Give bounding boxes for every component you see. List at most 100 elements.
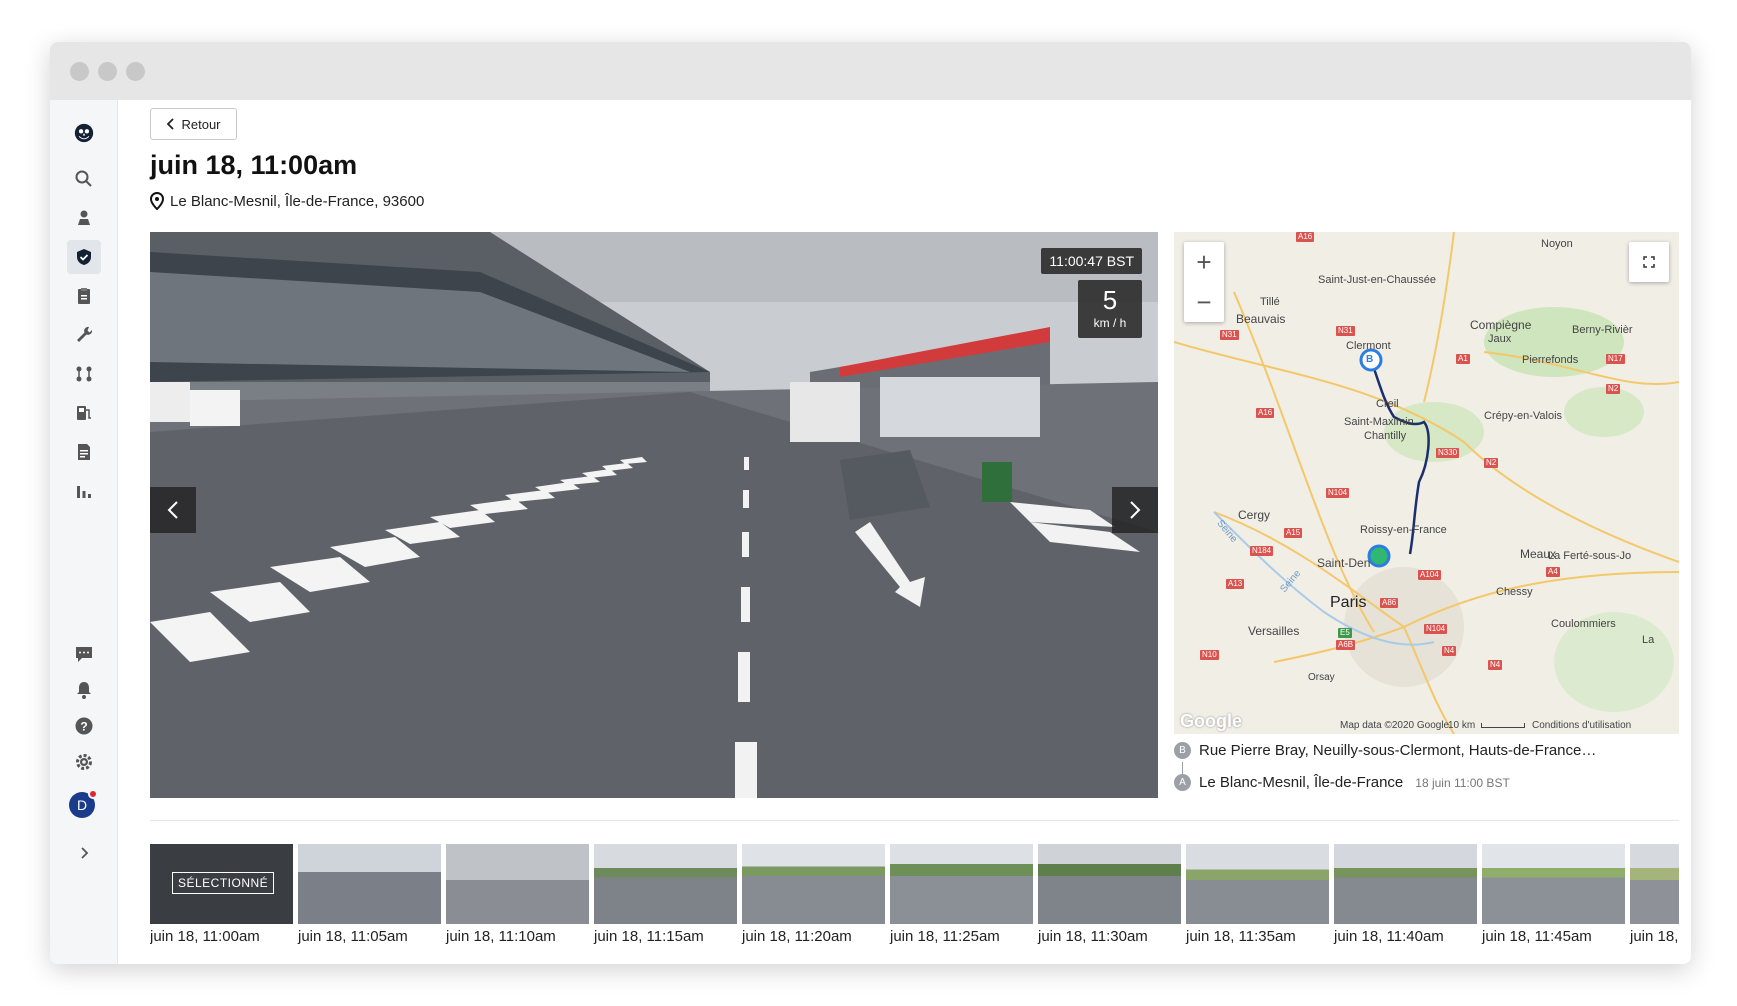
sidebar: ? D [50, 100, 118, 964]
thumbnail-item[interactable]: juin 18, 11:25am [890, 844, 1033, 945]
google-logo: Google [1180, 711, 1242, 731]
thumbnail-label: juin 18, 11:45am [1482, 928, 1592, 945]
map-label: Noyon [1541, 238, 1573, 250]
back-button-label: Retour [181, 116, 221, 132]
fullscreen-button[interactable] [1629, 242, 1669, 282]
location: Le Blanc-Mesnil, Île-de-France, 93600 [150, 192, 424, 210]
zoom-out-button[interactable]: − [1184, 282, 1224, 322]
road-shield: A104 [1418, 570, 1441, 580]
map-label: Saint-Maximin [1344, 416, 1414, 428]
next-frame-button[interactable] [1112, 487, 1158, 533]
chevron-left-icon [167, 501, 178, 519]
thumbnail-item[interactable]: juin 18, 11:35am [1186, 844, 1329, 945]
map-zoom-controls: + − [1184, 242, 1224, 322]
bell-icon[interactable] [67, 673, 101, 707]
thumbnail-item[interactable]: juin 18, 11:20am [742, 844, 885, 945]
thumbnail-strip: SÉLECTIONNÉ juin 18, 11:00am juin 18, 11… [150, 844, 1679, 954]
document-icon[interactable] [67, 435, 101, 469]
thumbnail-item[interactable]: juin 18, 11:40am [1334, 844, 1477, 945]
stop-b-address: Rue Pierre Bray, Neuilly-sous-Clermont, … [1199, 742, 1597, 759]
thumbnail-item[interactable]: SÉLECTIONNÉ juin 18, 11:00am [150, 844, 293, 945]
thumbnail-label: juin 18, 11:10am [446, 928, 556, 945]
shield-check-icon[interactable] [67, 240, 101, 274]
search-icon[interactable] [67, 162, 101, 196]
map-terms-link[interactable]: Conditions d'utilisation [1532, 720, 1631, 731]
map-label: Coulommiers [1551, 618, 1616, 630]
road-shield: N10 [1200, 650, 1219, 660]
thumbnail-label: juin 18, 11:15am [594, 928, 704, 945]
page-title: juin 18, 11:00am [150, 150, 358, 180]
thumbnail-image [1334, 844, 1477, 924]
window-close-button[interactable] [70, 62, 89, 81]
fuel-icon[interactable] [67, 396, 101, 430]
thumbnail-image [1630, 844, 1679, 924]
help-icon[interactable]: ? [67, 709, 101, 743]
road-shield: N17 [1606, 354, 1625, 364]
road-shield: N31 [1220, 330, 1239, 340]
thumbnail-label: juin 18, 11:25am [890, 928, 1000, 945]
thumbnail-item[interactable]: juin 18, 11:10am [446, 844, 589, 945]
thumbnail-item[interactable]: juin 18, 11:45am [1482, 844, 1625, 945]
avatar[interactable]: D [69, 789, 98, 818]
map-label: La [1642, 634, 1655, 646]
map-pin-icon [150, 192, 164, 210]
thumbnail-label: juin 18, 11:05am [298, 928, 408, 945]
notification-dot [88, 789, 98, 799]
stop-a-time: 18 juin 11:00 BST [1415, 775, 1510, 790]
back-button[interactable]: Retour [150, 108, 237, 140]
dashcam-video[interactable]: 11:00:47 BST 5 km / h [150, 232, 1158, 798]
map-label: Beauvais [1236, 312, 1286, 326]
map-marker-b-label: B [1366, 354, 1374, 365]
window-minimize-button[interactable] [98, 62, 117, 81]
window-maximize-button[interactable] [126, 62, 145, 81]
road-shield: N184 [1250, 546, 1274, 556]
map-label: Tillé [1260, 296, 1280, 308]
map-label: Versailles [1248, 624, 1300, 638]
speed-value: 5 [1102, 285, 1118, 315]
map-tiles [1174, 232, 1679, 734]
thumbnail-item[interactable]: juin 18, 11:15am [594, 844, 737, 945]
map-label: Orsay [1308, 672, 1335, 683]
thumbnail-item[interactable]: juin 18, 11:05am [298, 844, 441, 945]
road-shield: A16 [1256, 408, 1275, 418]
thumbnail-image [890, 844, 1033, 924]
road-shield: A6B [1336, 640, 1356, 650]
road-shield: A1 [1456, 354, 1470, 364]
thumbnail-label: juin 18, 11:40am [1334, 928, 1444, 945]
svg-text:?: ? [80, 720, 87, 734]
map-label: La Ferté-sous-Jo [1548, 550, 1632, 562]
wrench-icon[interactable] [67, 318, 101, 352]
thumbnail-image [298, 844, 441, 924]
map-label: Chessy [1496, 586, 1533, 598]
thumbnail-image [594, 844, 737, 924]
zoom-in-button[interactable]: + [1184, 242, 1224, 282]
map-label: Clermont [1346, 340, 1391, 352]
gear-icon[interactable] [67, 745, 101, 779]
chat-icon[interactable] [67, 637, 101, 671]
map-label: Cergy [1238, 508, 1271, 522]
chevron-right-icon[interactable] [67, 836, 101, 870]
route-map[interactable]: B Noyon Saint-Just-en-Chaussée Tillé Bea… [1174, 232, 1679, 734]
road-shield: A15 [1284, 528, 1303, 538]
clipboard-icon[interactable] [67, 279, 101, 313]
road-shield: A4 [1546, 567, 1560, 577]
thumbnail-label: juin 18, 11:20am [742, 928, 852, 945]
map-scale-label: 10 km [1448, 720, 1476, 731]
thumbnail-image [1186, 844, 1329, 924]
speed-unit: km / h [1093, 316, 1127, 330]
owl-logo-icon[interactable] [67, 116, 101, 150]
previous-frame-button[interactable] [150, 487, 196, 533]
map-pin-user-icon[interactable] [67, 201, 101, 235]
thumbnail-image [1038, 844, 1181, 924]
map-label: Pierrefonds [1522, 354, 1579, 366]
road-shield: N2 [1484, 458, 1499, 468]
map-footer: Google Map data ©2020 Google 10 km Condi… [1174, 711, 1679, 734]
route-icon[interactable] [67, 357, 101, 391]
road-shield: N104 [1326, 488, 1350, 498]
thumbnail-item[interactable]: juin 18, [1630, 844, 1679, 945]
bar-chart-icon[interactable] [67, 474, 101, 508]
map-label: Saint-Den [1317, 556, 1371, 570]
road-shield: N330 [1436, 448, 1460, 458]
title-bar [50, 42, 1691, 100]
thumbnail-item[interactable]: juin 18, 11:30am [1038, 844, 1181, 945]
